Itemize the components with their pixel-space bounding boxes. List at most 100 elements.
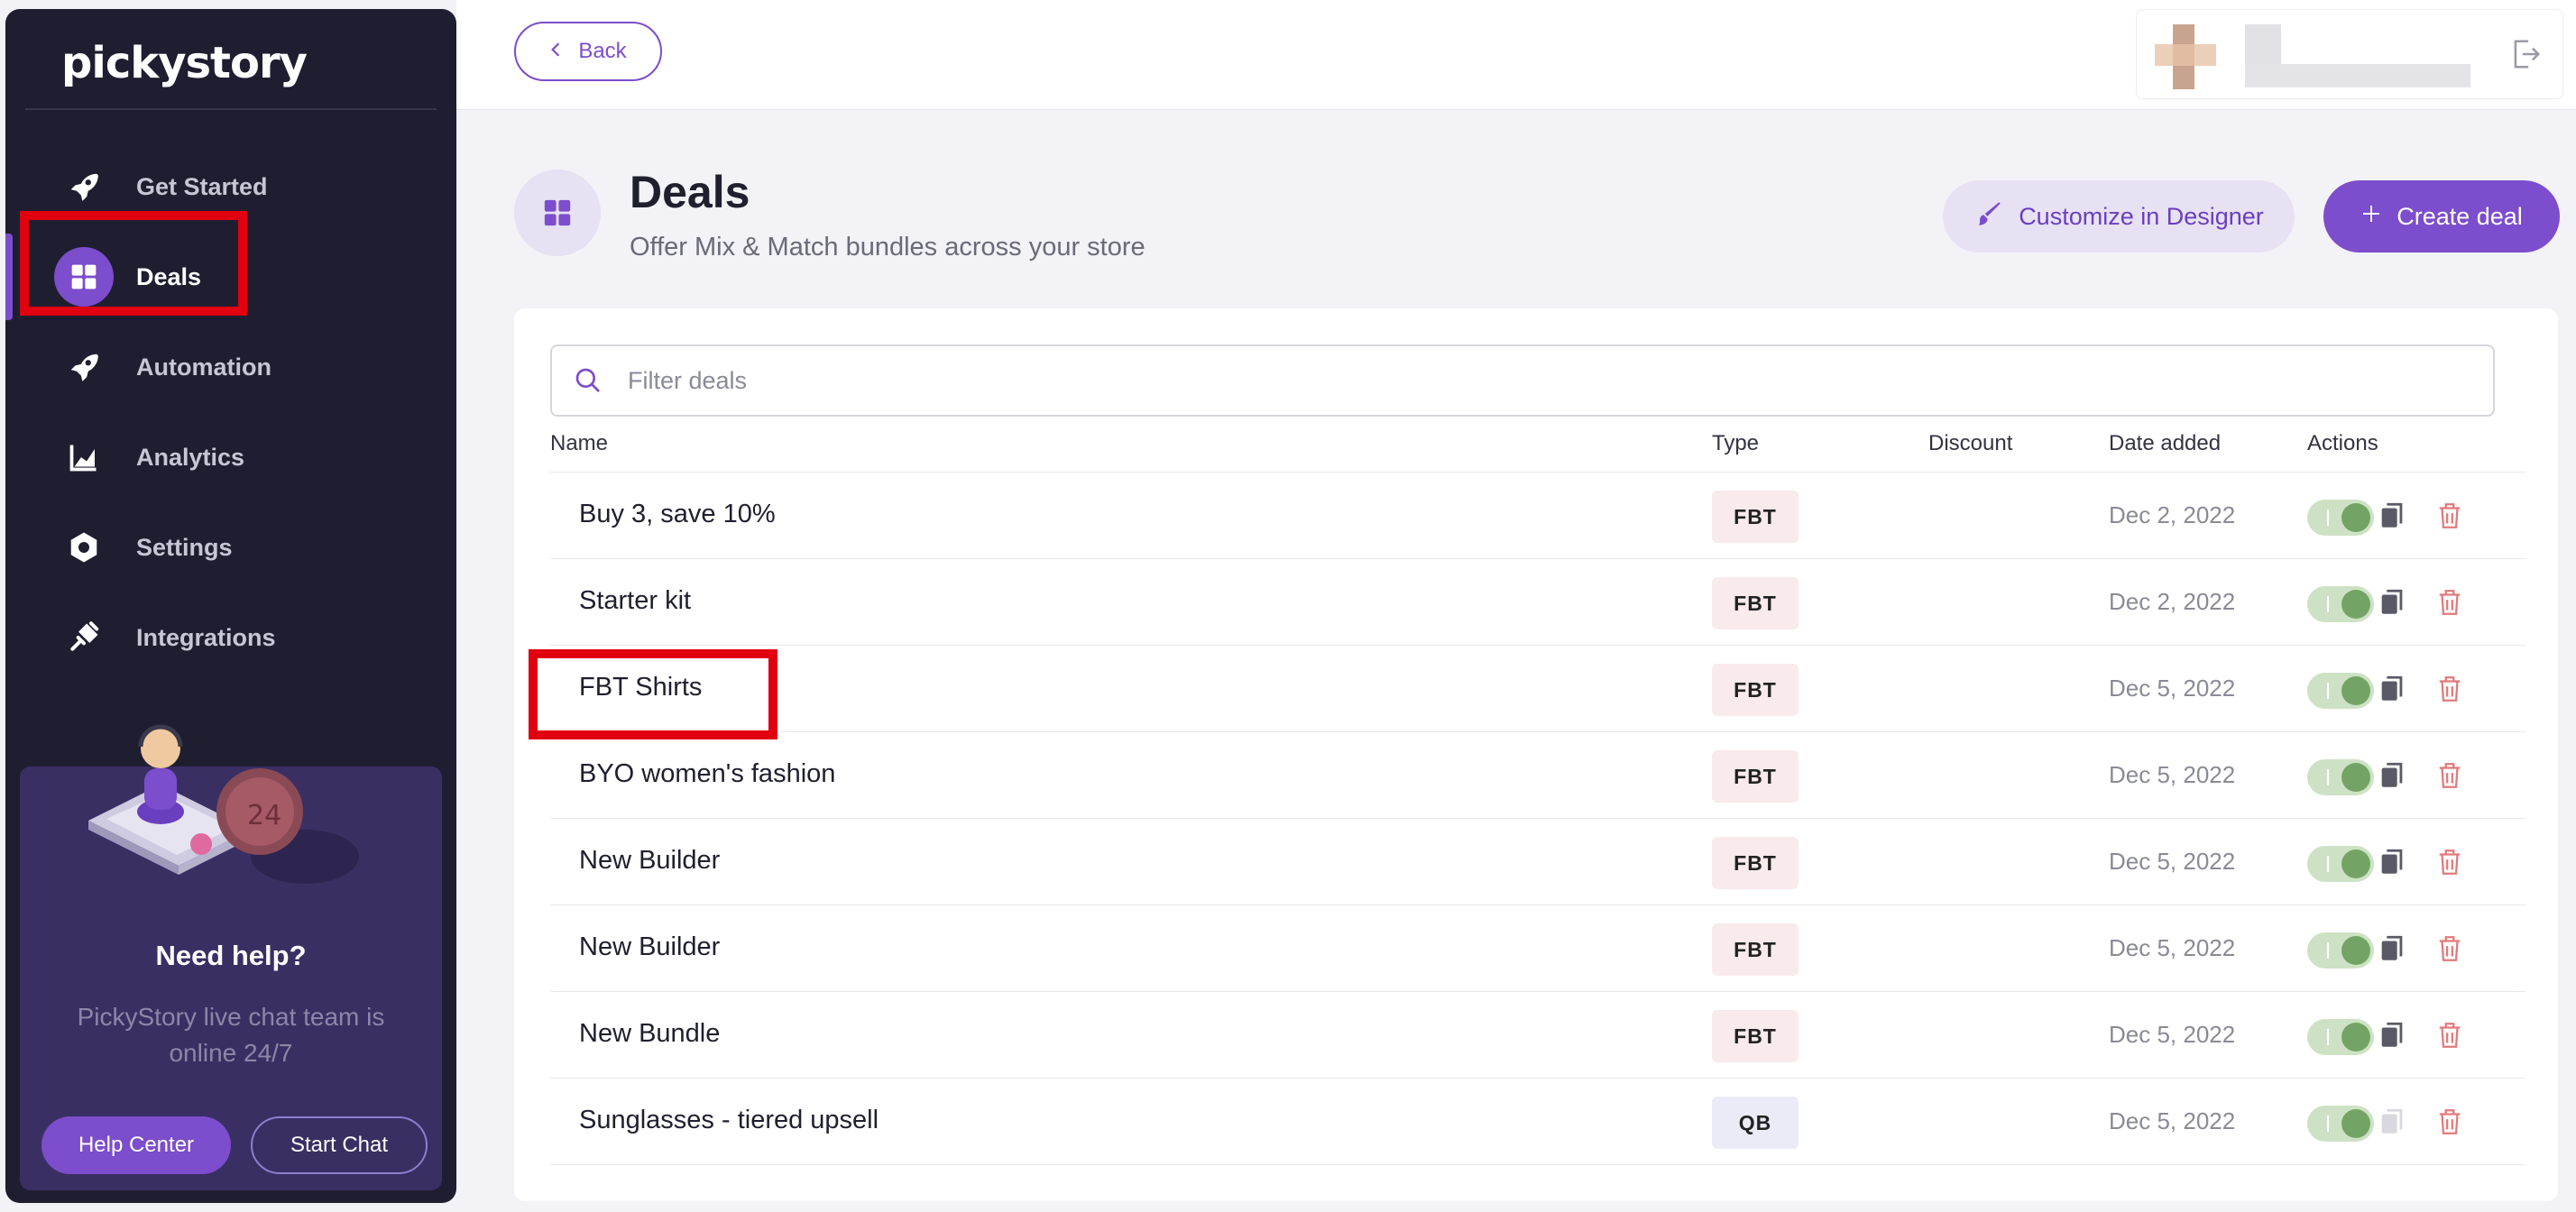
page-grid-icon — [514, 170, 601, 256]
deal-name[interactable]: Starter kit — [579, 586, 691, 616]
trash-icon[interactable] — [2428, 1014, 2471, 1057]
sidebar: pickystory Get Started Deals Automation … — [5, 9, 456, 1203]
date-added: Dec 5, 2022 — [2109, 761, 2236, 788]
enable-toggle[interactable] — [2307, 846, 2374, 882]
table-row[interactable]: FBT Shirts FBT Dec 5, 2022 — [550, 646, 2525, 732]
brush-icon — [1973, 198, 2004, 235]
logout-icon[interactable] — [2508, 37, 2543, 76]
table-row[interactable]: Buy 3, save 10% FBT Dec 2, 2022 — [550, 473, 2525, 559]
top-bar: Back — [456, 0, 2576, 110]
table-row[interactable]: Starter kit FBT Dec 2, 2022 — [550, 559, 2525, 646]
sidebar-item-analytics[interactable]: Analytics — [5, 417, 456, 498]
sidebar-divider — [25, 108, 437, 110]
chevron-left-icon — [549, 39, 562, 64]
date-added: Dec 2, 2022 — [2109, 501, 2236, 528]
trash-icon[interactable] — [2428, 754, 2471, 797]
deal-name[interactable]: Buy 3, save 10% — [579, 500, 776, 529]
support-illustration: 24 — [88, 724, 359, 884]
deal-name[interactable]: BYO women's fashion — [579, 759, 835, 789]
table-row[interactable]: New Builder FBT Dec 5, 2022 — [550, 905, 2525, 992]
back-button[interactable]: Back — [514, 22, 662, 81]
table-header: Name Type Discount Date added Actions — [550, 418, 2525, 473]
column-header-date-added[interactable]: Date added — [2109, 431, 2221, 456]
highlight-box — [529, 649, 777, 739]
deal-name[interactable]: Sunglasses - tiered upsell — [579, 1106, 879, 1135]
sidebar-item-label: Automation — [136, 353, 271, 381]
table-row[interactable]: New Bundle FBT Dec 5, 2022 — [550, 992, 2525, 1079]
column-header-discount[interactable]: Discount — [1928, 431, 2012, 456]
deal-name[interactable]: New Bundle — [579, 1019, 720, 1049]
highlight-box — [20, 211, 247, 316]
duplicate-icon[interactable] — [2370, 581, 2414, 624]
create-deal-button[interactable]: Create deal — [2323, 180, 2560, 252]
column-header-name[interactable]: Name — [550, 431, 608, 456]
trash-icon[interactable] — [2428, 581, 2471, 624]
column-header-type[interactable]: Type — [1712, 431, 1759, 456]
plus-icon — [2360, 203, 2382, 231]
sidebar-item-label: Integrations — [136, 623, 276, 651]
duplicate-icon[interactable] — [2370, 840, 2414, 884]
sidebar-item-integrations[interactable]: Integrations — [5, 597, 456, 678]
enable-toggle[interactable] — [2307, 586, 2374, 622]
date-added: Dec 2, 2022 — [2109, 588, 2236, 615]
trash-icon[interactable] — [2428, 667, 2471, 711]
sidebar-item-label: Analytics — [136, 443, 245, 471]
filter-deals-field[interactable] — [550, 344, 2495, 417]
page-title: Deals — [630, 167, 750, 217]
date-added: Dec 5, 2022 — [2109, 1107, 2236, 1134]
deal-name[interactable]: New Builder — [579, 846, 720, 876]
column-header-actions: Actions — [2307, 431, 2378, 455]
type-badge: FBT — [1712, 664, 1799, 716]
duplicate-icon[interactable] — [2370, 667, 2414, 711]
help-title: Need help? — [155, 940, 307, 971]
start-chat-button[interactable]: Start Chat — [251, 1116, 428, 1174]
duplicate-icon[interactable] — [2370, 927, 2414, 970]
trash-icon[interactable] — [2428, 494, 2471, 537]
enable-toggle[interactable] — [2307, 932, 2374, 969]
table-row[interactable]: BYO women's fashion FBT Dec 5, 2022 — [550, 732, 2525, 819]
date-added: Dec 5, 2022 — [2109, 934, 2236, 961]
enable-toggle[interactable] — [2307, 1019, 2374, 1055]
plug-icon — [52, 606, 115, 669]
customize-in-designer-button[interactable]: Customize in Designer — [1943, 180, 2295, 252]
type-badge: FBT — [1712, 923, 1799, 976]
redacted-store — [2245, 64, 2470, 87]
table-row[interactable]: New Builder FBT Dec 5, 2022 — [550, 819, 2525, 905]
search-icon — [572, 364, 604, 397]
rocket-icon — [52, 155, 115, 218]
date-added: Dec 5, 2022 — [2109, 848, 2236, 875]
enable-toggle[interactable] — [2307, 500, 2374, 536]
help-center-button[interactable]: Help Center — [41, 1116, 231, 1174]
duplicate-icon[interactable] — [2370, 1014, 2414, 1057]
avatar — [2155, 24, 2220, 89]
rocket-icon — [52, 335, 115, 399]
type-badge: FBT — [1712, 837, 1799, 889]
sidebar-item-settings[interactable]: Settings — [5, 507, 456, 588]
deal-name[interactable]: New Builder — [579, 932, 720, 962]
gear-icon — [52, 516, 115, 579]
duplicate-icon[interactable] — [2370, 494, 2414, 537]
trash-icon[interactable] — [2428, 1100, 2471, 1143]
pickystory-logo[interactable]: pickystory — [61, 36, 308, 90]
enable-toggle[interactable] — [2307, 673, 2374, 709]
sidebar-item-label: Get Started — [136, 172, 268, 200]
duplicate-icon[interactable] — [2370, 754, 2414, 797]
duplicate-icon[interactable] — [2370, 1100, 2414, 1143]
active-indicator — [5, 234, 13, 320]
type-badge: FBT — [1712, 491, 1799, 543]
type-badge: FBT — [1712, 577, 1799, 629]
page-subtitle: Offer Mix & Match bundles across your st… — [630, 233, 1145, 262]
help-card: 24 Need help? PickyStory live chat team … — [20, 724, 442, 1190]
trash-icon[interactable] — [2428, 840, 2471, 884]
enable-toggle[interactable] — [2307, 759, 2374, 795]
table-row[interactable]: Sunglasses - tiered upsell QB Dec 5, 2022 — [550, 1079, 2525, 1165]
svg-text:24: 24 — [247, 800, 281, 831]
sidebar-item-automation[interactable]: Automation — [5, 326, 456, 408]
redacted-username — [2245, 24, 2281, 64]
trash-icon[interactable] — [2428, 927, 2471, 970]
sidebar-item-label: Settings — [136, 533, 233, 561]
date-added: Dec 5, 2022 — [2109, 675, 2236, 702]
enable-toggle[interactable] — [2307, 1106, 2374, 1142]
filter-deals-input[interactable] — [628, 366, 2432, 395]
user-account[interactable] — [2136, 9, 2563, 99]
